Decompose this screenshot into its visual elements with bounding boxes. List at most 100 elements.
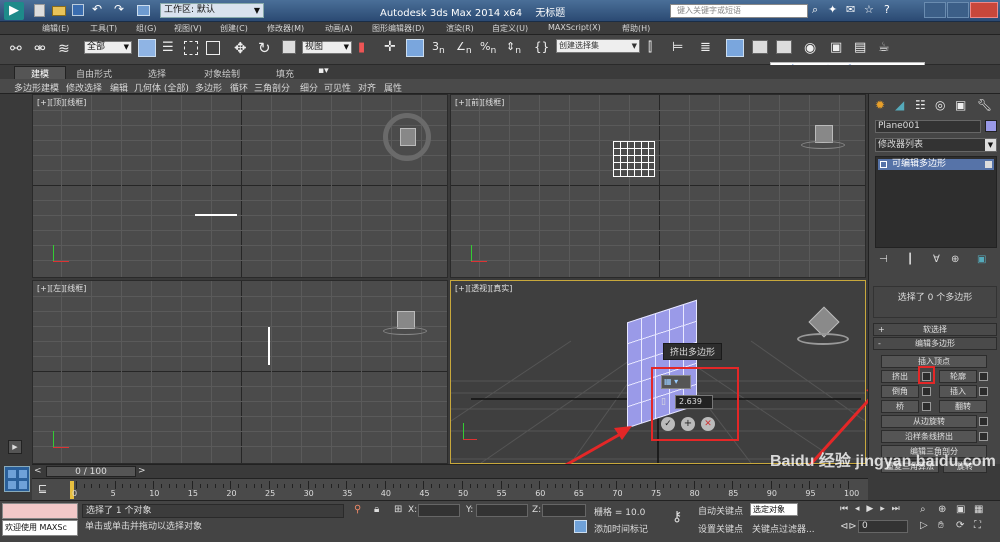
object-color-swatch[interactable] <box>985 120 997 132</box>
expand-icon[interactable] <box>880 161 887 168</box>
zoom-extents-all-icon[interactable]: ▦ <box>974 504 983 515</box>
inset-settings-button[interactable] <box>979 387 988 396</box>
modify-tab-icon[interactable]: ◢ <box>895 98 904 112</box>
timeline-tick <box>323 484 325 488</box>
extrude-button[interactable]: 挤出 <box>881 370 919 383</box>
bevel-button[interactable]: 倒角 <box>881 385 919 398</box>
next-frame-icon[interactable]: ▸ <box>880 504 885 514</box>
timeline-tick <box>786 484 788 488</box>
z-coordinate-field[interactable] <box>542 504 586 517</box>
track-bar[interactable]: ⊑ 0 5 10 15 20 25 30 35 40 45 50 55 60 65 70 75 80 85 90 95… <box>32 478 868 500</box>
pin-stack-icon[interactable]: ⊣ <box>879 254 888 265</box>
display-tab-icon[interactable]: ▣ <box>955 98 966 112</box>
timeline-tick <box>817 484 819 488</box>
timeline-tick <box>168 484 170 488</box>
hinge-button[interactable]: 从边旋转 <box>881 415 977 428</box>
y-coordinate-field[interactable] <box>476 504 528 517</box>
viewport-layout-icon[interactable] <box>4 466 30 492</box>
object-name-field[interactable]: Plane001 <box>875 120 981 133</box>
set-key-button[interactable]: 设置关键点 <box>698 522 743 535</box>
remove-modifier-icon[interactable]: ⊕ <box>951 254 959 265</box>
time-slider-prev[interactable]: < <box>34 466 42 476</box>
hinge-settings-button[interactable] <box>979 417 988 426</box>
key-icon[interactable]: ⚷ <box>672 509 682 525</box>
timeline-tick-label: 15 <box>187 489 198 498</box>
create-tab-icon[interactable]: ✹ <box>875 98 885 112</box>
timeline-tick <box>809 481 811 489</box>
timeline-tick <box>616 481 618 489</box>
hierarchy-tab-icon[interactable]: ☷ <box>915 98 926 112</box>
play-icon[interactable]: ▶ <box>866 504 873 514</box>
toggle-icon[interactable] <box>985 161 992 168</box>
x-coordinate-field[interactable] <box>418 504 460 517</box>
timeline-tick <box>570 484 572 488</box>
track-ticks: 0 5 10 15 20 25 30 35 40 45 50 55 60 65 70 75 80 85 90 95 10… <box>72 479 868 501</box>
timeline-tick <box>338 484 340 488</box>
time-slider[interactable]: 0 / 100 <box>46 466 136 477</box>
make-unique-icon[interactable]: ∀ <box>933 254 940 265</box>
timeline-tick <box>739 484 741 488</box>
bridge-settings-button[interactable] <box>922 402 931 411</box>
prev-frame-icon[interactable]: ◂ <box>855 504 860 514</box>
inset-button[interactable]: 插入 <box>939 385 977 398</box>
maximize-viewport-icon[interactable]: ⛶ <box>974 520 981 531</box>
bridge-button[interactable]: 桥 <box>881 400 919 413</box>
timeline-tick <box>214 484 216 488</box>
goto-start-icon[interactable]: ⏮︎ <box>840 504 848 514</box>
goto-end-icon[interactable]: ⏭︎ <box>892 504 900 514</box>
timeline-tick <box>99 484 101 488</box>
timeline-tick <box>693 481 695 489</box>
current-frame-field[interactable]: 0 <box>858 520 908 533</box>
extrude-spline-settings-button[interactable] <box>979 432 988 441</box>
prompt-text: 单击或单击并拖动以选择对象 <box>85 522 203 532</box>
rollout-soft-selection[interactable]: + 软选择 <box>873 323 997 336</box>
pin-icon[interactable]: ⚲ <box>354 504 361 515</box>
timeline-tick-label: 5 <box>110 489 116 498</box>
outline-settings-button[interactable] <box>979 372 988 381</box>
add-time-tag[interactable]: 添加时间标记 <box>594 522 648 535</box>
stack-item-editable-poly[interactable]: 可编辑多边形 <box>878 159 994 170</box>
motion-tab-icon[interactable]: ◎ <box>935 98 945 112</box>
show-end-result-icon[interactable]: ┃ <box>907 254 913 265</box>
rollout-edit-polygons[interactable]: - 编辑多边形 <box>873 337 997 350</box>
timeline-tick <box>184 484 186 488</box>
timeline-tick <box>546 484 548 488</box>
add-time-tag-icon[interactable] <box>574 520 587 533</box>
maxscript-mini-listener-pink[interactable] <box>2 503 78 519</box>
maxscript-mini-listener[interactable]: 欢迎使用 MAXSc <box>2 520 78 536</box>
key-mode-dropdown[interactable]: 选定对象 <box>750 503 798 516</box>
timeline-tick-label: 10 <box>149 489 160 498</box>
timeline-tick-label: 75 <box>651 489 662 498</box>
viewport-nav-controls: ⌕ ⊕ ▣ ▦ ▷ ✋︎ ⟳ ⛶ <box>914 504 998 536</box>
key-mode-toggle-icon[interactable]: ⊲⊳ <box>840 521 857 532</box>
key-filters-button[interactable]: 关键点过滤器... <box>752 522 815 535</box>
field-of-view-icon[interactable]: ▷ <box>920 520 928 531</box>
flip-button[interactable]: 翻转 <box>939 400 987 413</box>
baidu-watermark: Baidu 经验 jingyan.baidu.com <box>770 442 1000 477</box>
lock-selection-icon[interactable]: 🔒︎ <box>374 504 379 515</box>
timeline-tick <box>137 484 139 488</box>
timeline-tick <box>160 484 162 488</box>
bevel-settings-button[interactable] <box>922 387 931 396</box>
time-slider-next[interactable]: > <box>138 466 146 476</box>
modifier-list-dropdown[interactable]: 修改器列表 ▼ <box>875 138 997 152</box>
timeline-tick <box>793 484 795 488</box>
zoom-icon[interactable]: ⌕ <box>920 504 926 515</box>
configure-sets-icon[interactable]: ▣ <box>977 254 986 265</box>
timeline-tick <box>562 484 564 488</box>
outline-button[interactable]: 轮廓 <box>939 370 977 383</box>
absolute-mode-icon[interactable]: ⊞ <box>394 504 402 515</box>
orbit-icon[interactable]: ⟳ <box>956 520 964 531</box>
zoom-extents-icon[interactable]: ▣ <box>956 504 965 515</box>
timeline-tick <box>191 481 193 489</box>
timeline-tick <box>454 484 456 488</box>
auto-key-button[interactable]: 自动关键点 <box>698 504 743 517</box>
timeline-tick <box>307 481 309 489</box>
stack-toolbar: ⊣ ┃ ∀ ⊕ ▣ <box>875 254 997 268</box>
curve-editor-mini-icon[interactable]: ⊑ <box>38 482 47 495</box>
zoom-all-icon[interactable]: ⊕ <box>938 504 946 515</box>
utilities-tab-icon[interactable]: 🔧︎ <box>977 98 992 112</box>
timeline-tick <box>485 484 487 488</box>
pan-icon[interactable]: ✋︎ <box>938 520 944 531</box>
timeline-tick <box>130 484 132 488</box>
